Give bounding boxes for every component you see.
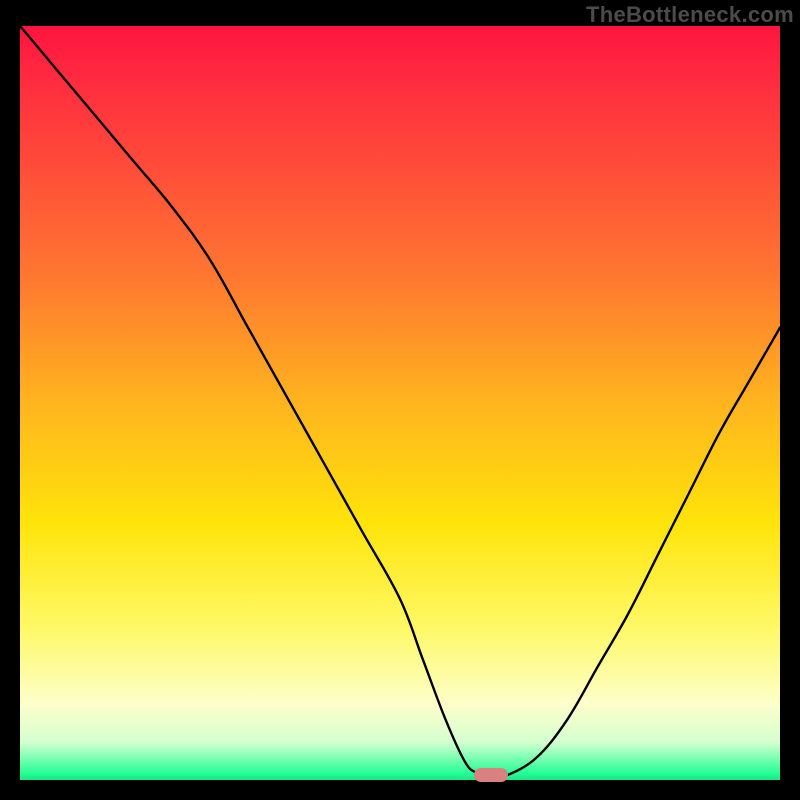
optimum-marker <box>474 768 508 782</box>
chart-stage: TheBottleneck.com <box>0 0 800 800</box>
plot-area <box>20 26 780 780</box>
watermark-text: TheBottleneck.com <box>586 2 794 28</box>
chart-background-gradient <box>20 26 780 780</box>
